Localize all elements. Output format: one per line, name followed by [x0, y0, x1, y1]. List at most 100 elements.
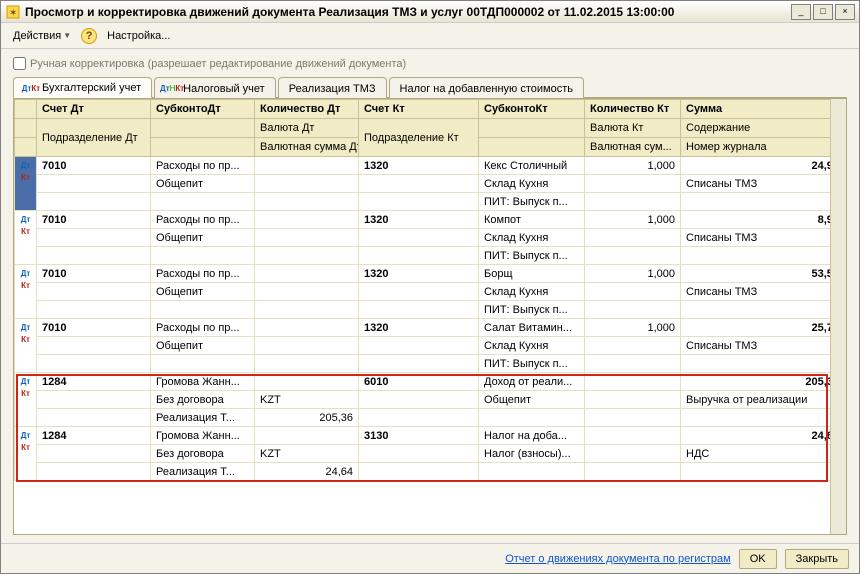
- actions-menu[interactable]: Действия ▼: [7, 28, 77, 44]
- cell-qty-kt[interactable]: 1,000: [585, 265, 681, 283]
- help-icon[interactable]: ?: [81, 28, 97, 44]
- cell-podr-dt[interactable]: [37, 337, 151, 355]
- cell-qty-kt[interactable]: 1,000: [585, 319, 681, 337]
- table-row[interactable]: ПИТ: Выпуск п...: [15, 247, 831, 265]
- cell-kt[interactable]: 6010: [359, 373, 479, 391]
- cell-sub1-kt[interactable]: Салат Витамин...: [479, 319, 585, 337]
- cell-journal[interactable]: [681, 463, 831, 481]
- cell-podr-dt[interactable]: [37, 283, 151, 301]
- table-row[interactable]: ДтКт 1284 Громова Жанн... 6010 Доход от …: [15, 373, 831, 391]
- cell-sub2-dt[interactable]: Общепит: [151, 175, 255, 193]
- col-valsum-dt[interactable]: Валютная сумма Дт: [255, 138, 359, 157]
- cell-sub3-kt[interactable]: ПИТ: Выпуск п...: [479, 247, 585, 265]
- cell-sub2-dt[interactable]: Общепит: [151, 283, 255, 301]
- col-val-kt[interactable]: Валюта Кт: [585, 119, 681, 138]
- cell-sub2-kt[interactable]: Склад Кухня: [479, 175, 585, 193]
- cell-val-dt[interactable]: [255, 337, 359, 355]
- cell-dt[interactable]: 7010: [37, 157, 151, 175]
- cell-sub2-dt[interactable]: Общепит: [151, 337, 255, 355]
- cell-qty-dt[interactable]: [255, 265, 359, 283]
- col-sum[interactable]: Сумма: [681, 100, 831, 119]
- table-row[interactable]: Без договора KZT Налог (взносы)... НДС: [15, 445, 831, 463]
- cell-kt[interactable]: 1320: [359, 211, 479, 229]
- col-val-dt[interactable]: Валюта Дт: [255, 119, 359, 138]
- cell-sub2-dt[interactable]: Общепит: [151, 229, 255, 247]
- col-soder[interactable]: Содержание: [681, 119, 831, 138]
- maximize-button[interactable]: □: [813, 4, 833, 20]
- cell-qty-kt[interactable]: [585, 373, 681, 391]
- cell-sub3-dt[interactable]: Реализация Т...: [151, 463, 255, 481]
- cell-valsum-dt[interactable]: [255, 193, 359, 211]
- cell-sum[interactable]: 205,36: [681, 373, 831, 391]
- cell-sum[interactable]: 8,93: [681, 211, 831, 229]
- cell-sub1-kt[interactable]: Компот: [479, 211, 585, 229]
- cell-sum[interactable]: 24,92: [681, 157, 831, 175]
- settings-button[interactable]: Настройка...: [101, 28, 176, 44]
- cell-sub1-dt[interactable]: Расходы по пр...: [151, 211, 255, 229]
- ok-button[interactable]: OK: [739, 549, 777, 569]
- col-valsum-kt[interactable]: Валютная сум...: [585, 138, 681, 157]
- grid-scroll[interactable]: Счет Дт СубконтоДт Количество Дт Счет Кт…: [14, 99, 830, 534]
- cell-soder[interactable]: Списаны ТМЗ: [681, 175, 831, 193]
- cell-podr-kt[interactable]: [359, 337, 479, 355]
- cell-sub3-dt[interactable]: [151, 301, 255, 319]
- cell-sub1-kt[interactable]: Борщ: [479, 265, 585, 283]
- cell-qty-dt[interactable]: [255, 211, 359, 229]
- cell-valsum-kt[interactable]: [585, 247, 681, 265]
- cell-valsum-dt[interactable]: 205,36: [255, 409, 359, 427]
- minimize-button[interactable]: _: [791, 4, 811, 20]
- cell-journal[interactable]: [681, 355, 831, 373]
- cell-sum[interactable]: 53,53: [681, 265, 831, 283]
- cell-podr-dt[interactable]: [37, 391, 151, 409]
- cell-qty-dt[interactable]: [255, 373, 359, 391]
- cell-kt[interactable]: 1320: [359, 265, 479, 283]
- cell-valsum-kt[interactable]: [585, 355, 681, 373]
- cell-kt[interactable]: 3130: [359, 427, 479, 445]
- vertical-scrollbar[interactable]: [830, 99, 846, 534]
- cell-sub1-kt[interactable]: Доход от реали...: [479, 373, 585, 391]
- cell-sub2-kt[interactable]: Налог (взносы)...: [479, 445, 585, 463]
- cell-sub2-kt[interactable]: Общепит: [479, 391, 585, 409]
- cell-sub2-dt[interactable]: Без договора: [151, 445, 255, 463]
- cell-podr-kt[interactable]: [359, 283, 479, 301]
- cell-val-dt[interactable]: KZT: [255, 391, 359, 409]
- cell-val-dt[interactable]: [255, 229, 359, 247]
- table-row[interactable]: ДтКт 7010 Расходы по пр... 1320 Кекс Сто…: [15, 157, 831, 175]
- tab-accounting[interactable]: ДтКт Бухгалтерский учет: [13, 77, 152, 98]
- cell-sub1-dt[interactable]: Громова Жанн...: [151, 373, 255, 391]
- cell-sub3-kt[interactable]: [479, 409, 585, 427]
- cell-soder[interactable]: НДС: [681, 445, 831, 463]
- cell-val-kt[interactable]: [585, 445, 681, 463]
- cell-kt[interactable]: 1320: [359, 157, 479, 175]
- close-button[interactable]: Закрыть: [785, 549, 849, 569]
- cell-sub3-dt[interactable]: [151, 355, 255, 373]
- tab-tax[interactable]: ДтНКт Налоговый учет: [154, 77, 276, 98]
- cell-podr-kt[interactable]: [359, 175, 479, 193]
- cell-valsum-kt[interactable]: [585, 409, 681, 427]
- close-window-button[interactable]: ×: [835, 4, 855, 20]
- cell-soder[interactable]: Списаны ТМЗ: [681, 229, 831, 247]
- col-qty-dt[interactable]: Количество Дт: [255, 100, 359, 119]
- cell-journal[interactable]: [681, 247, 831, 265]
- cell-podr-dt[interactable]: [37, 175, 151, 193]
- cell-podr-dt[interactable]: [37, 229, 151, 247]
- cell-sub1-kt[interactable]: Налог на доба...: [479, 427, 585, 445]
- cell-val-kt[interactable]: [585, 229, 681, 247]
- cell-qty-kt[interactable]: 1,000: [585, 211, 681, 229]
- cell-qty-kt[interactable]: 1,000: [585, 157, 681, 175]
- cell-valsum-dt[interactable]: [255, 355, 359, 373]
- table-row[interactable]: ПИТ: Выпуск п...: [15, 301, 831, 319]
- tab-vat[interactable]: Налог на добавленную стоимость: [389, 77, 584, 98]
- table-row[interactable]: Реализация Т... 24,64: [15, 463, 831, 481]
- table-row[interactable]: ПИТ: Выпуск п...: [15, 355, 831, 373]
- cell-podr-dt[interactable]: [37, 445, 151, 463]
- col-subkonto-dt[interactable]: СубконтоДт: [151, 100, 255, 119]
- cell-dt[interactable]: 1284: [37, 427, 151, 445]
- cell-sub1-dt[interactable]: Громова Жанн...: [151, 427, 255, 445]
- cell-val-kt[interactable]: [585, 175, 681, 193]
- cell-soder[interactable]: Списаны ТМЗ: [681, 337, 831, 355]
- cell-valsum-dt[interactable]: [255, 247, 359, 265]
- cell-val-kt[interactable]: [585, 283, 681, 301]
- cell-sub3-kt[interactable]: ПИТ: Выпуск п...: [479, 355, 585, 373]
- cell-journal[interactable]: [681, 409, 831, 427]
